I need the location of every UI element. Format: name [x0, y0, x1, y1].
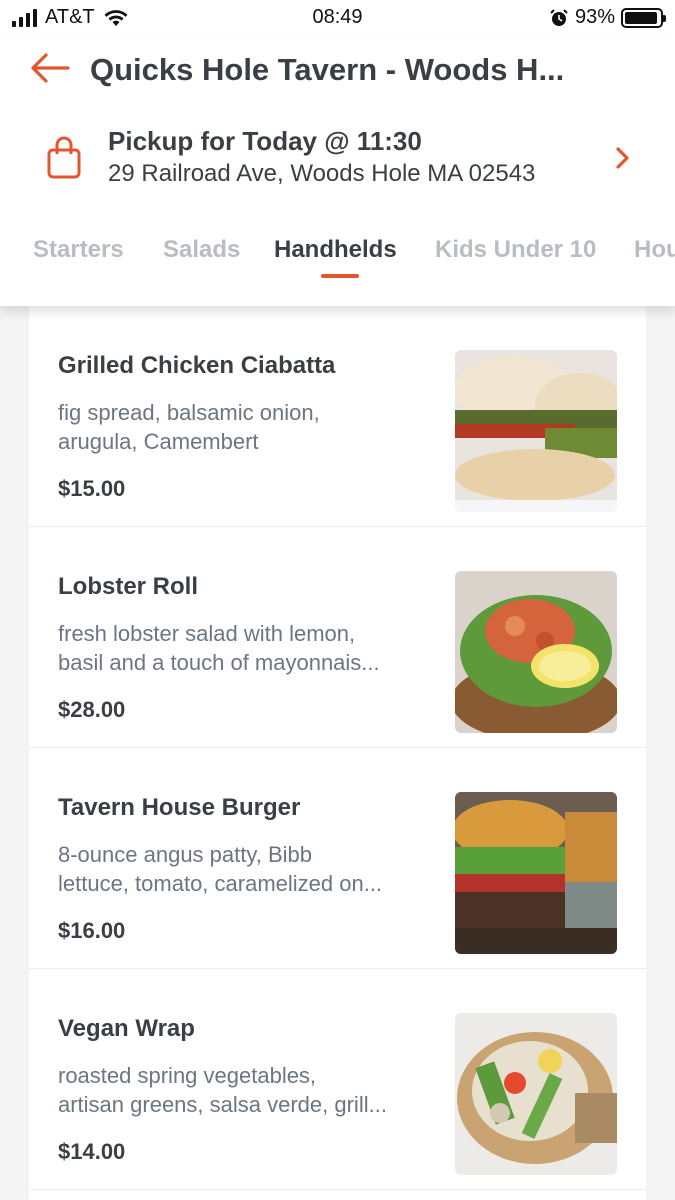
item-name: Vegan Wrap [58, 1015, 195, 1042]
burger-photo [455, 792, 617, 954]
item-description: 8-ounce angus patty, Bibb lettuce, tomat… [58, 840, 428, 898]
item-name: Lobster Roll [58, 573, 199, 600]
vegan-wrap-photo [455, 1013, 617, 1175]
battery-percent: 93% [574, 6, 615, 28]
item-description-line: arugula, Camembert [58, 429, 259, 454]
item-description: fresh lobster salad with lemon, basil an… [58, 619, 428, 677]
tab-starters[interactable]: Starters [33, 236, 124, 264]
menu-item[interactable]: Vegan Wrap roasted spring vegetables, ar… [29, 969, 646, 1190]
shopping-bag-icon [47, 136, 81, 179]
page-title: Quicks Hole Tavern - Woods H... [90, 52, 565, 87]
item-price: $28.00 [58, 697, 126, 722]
battery-fill [625, 11, 657, 24]
status-right: 93% [549, 6, 666, 29]
pickup-title: Pickup for Today @ 11:30 [108, 126, 422, 156]
item-price: $15.00 [58, 476, 126, 501]
tab-house[interactable]: Hou [634, 236, 675, 264]
item-price: $16.00 [58, 918, 126, 943]
category-tabs: Starters Salads Handhelds Kids Under 10 … [0, 228, 675, 288]
menu-item[interactable]: Tavern House Burger 8-ounce angus patty,… [29, 748, 646, 969]
chicken-ciabatta-photo [455, 350, 617, 512]
chevron-right-icon [616, 147, 629, 169]
item-description-line: fresh lobster salad with lemon, [58, 621, 356, 646]
item-description-line: fig spread, balsamic onion, [58, 400, 320, 425]
active-tab-indicator [321, 274, 359, 278]
menu-list: Grilled Chicken Ciabatta fig spread, bal… [29, 306, 646, 1200]
item-name: Grilled Chicken Ciabatta [58, 352, 336, 379]
battery-icon [621, 7, 666, 28]
tab-handhelds[interactable]: Handhelds [274, 236, 397, 264]
item-description: roasted spring vegetables, artisan green… [58, 1061, 428, 1119]
item-description-line: lettuce, tomato, caramelized on... [58, 871, 383, 896]
status-bar: AT&T 08:49 93% [0, 0, 675, 38]
item-description: fig spread, balsamic onion, arugula, Cam… [58, 398, 428, 456]
item-description-line: roasted spring vegetables, [58, 1063, 317, 1088]
back-button[interactable] [28, 48, 72, 88]
header: Quicks Hole Tavern - Woods H... Pickup f… [0, 38, 675, 306]
item-description-line: 8-ounce angus patty, Bibb [58, 842, 312, 867]
item-description-line: artisan greens, salsa verde, grill... [58, 1092, 387, 1117]
pickup-address: 29 Railroad Ave, Woods Hole MA 02543 [108, 160, 536, 187]
alarm-icon [550, 8, 568, 26]
item-name: Tavern House Burger [58, 794, 301, 821]
back-arrow-icon [31, 53, 70, 83]
menu-item[interactable]: Lobster Roll fresh lobster salad with le… [29, 527, 646, 748]
item-price: $14.00 [58, 1139, 126, 1164]
tab-salads[interactable]: Salads [163, 236, 240, 264]
menu-item[interactable]: Grilled Chicken Ciabatta fig spread, bal… [29, 306, 646, 527]
item-description-line: basil and a touch of mayonnais... [58, 650, 380, 675]
lobster-roll-photo [455, 571, 617, 733]
pickup-selector[interactable]: Pickup for Today @ 11:30 29 Railroad Ave… [0, 116, 675, 206]
tab-kids-under-10[interactable]: Kids Under 10 [435, 236, 596, 264]
